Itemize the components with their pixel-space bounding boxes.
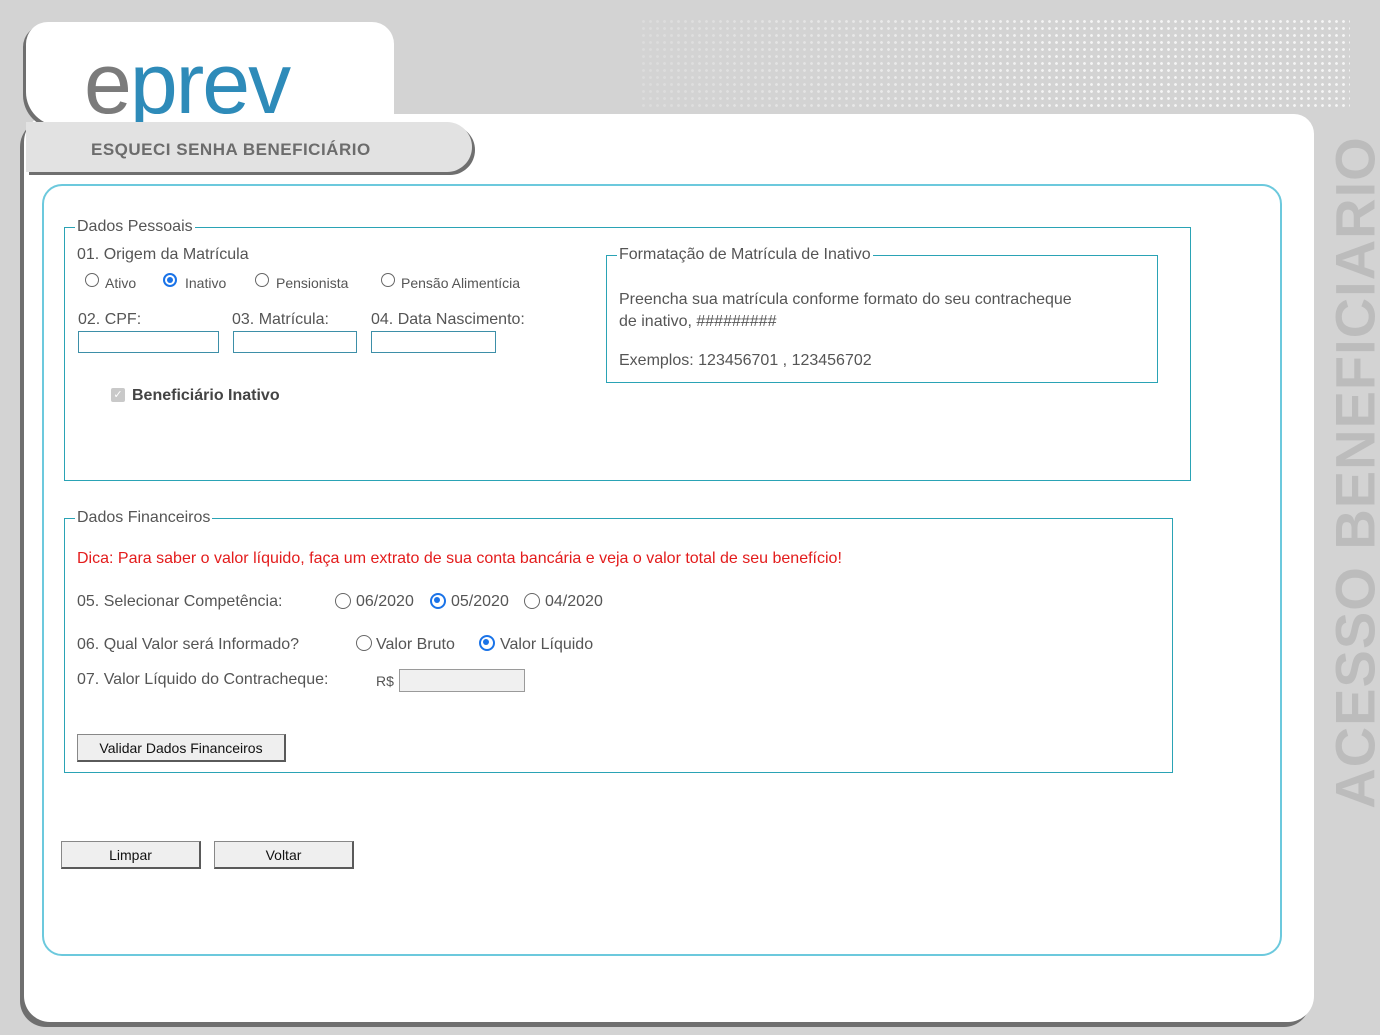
dados-financeiros-fieldset: Dados Financeiros Dica: Para saber o val…	[64, 508, 1173, 773]
matricula-input[interactable]	[233, 331, 357, 353]
beneficiario-inativo-label: Beneficiário Inativo	[132, 387, 280, 404]
logo-letter-e: e	[84, 36, 132, 132]
valor-liquido-contracheque-label: 07. Valor Líquido do Contracheque:	[77, 671, 329, 688]
side-label: ACESSO BENEFICIARIO	[1324, 136, 1380, 808]
origem-radio-inativo[interactable]	[163, 273, 177, 287]
valor-liquido-radio[interactable]	[479, 635, 495, 651]
competencia-radio-04-2020[interactable]	[524, 593, 540, 609]
competencia-option-04-2020: 04/2020	[545, 593, 603, 610]
competencia-radio-06-2020[interactable]	[335, 593, 351, 609]
dica-text: Dica: Para saber o valor líquido, faça u…	[77, 550, 842, 567]
data-nascimento-label: 04. Data Nascimento:	[371, 311, 525, 328]
page-title: ESQUECI SENHA BENEFICIÁRIO	[91, 140, 371, 159]
data-nascimento-input[interactable]	[371, 331, 496, 353]
origem-radio-pensao-alimenticia[interactable]	[381, 273, 395, 287]
origem-label: 01. Origem da Matrícula	[77, 246, 249, 263]
currency-label: R$	[376, 673, 394, 689]
matricula-label: 03. Matrícula:	[232, 311, 329, 328]
dados-financeiros-legend: Dados Financeiros	[75, 508, 213, 528]
validar-dados-financeiros-button[interactable]: Validar Dados Financeiros	[77, 734, 286, 762]
formatacao-fieldset: Formatação de Matrícula de Inativo Preen…	[606, 245, 1158, 383]
competencia-label: 05. Selecionar Competência:	[77, 593, 283, 610]
origem-option-pensao-alimenticia: Pensão Alimentícia	[401, 275, 521, 291]
origem-radio-pensionista[interactable]	[255, 273, 269, 287]
origem-option-ativo: Ativo	[105, 275, 137, 291]
dados-pessoais-fieldset: Dados Pessoais 01. Origem da Matrícula A…	[64, 217, 1191, 481]
formatacao-line-2: de inativo, #########	[619, 313, 777, 330]
cpf-label: 02. CPF:	[78, 311, 142, 328]
voltar-button[interactable]: Voltar	[214, 841, 354, 869]
limpar-button[interactable]: Limpar	[61, 841, 201, 869]
competencia-option-06-2020: 06/2020	[356, 593, 414, 610]
formatacao-line-1: Preencha sua matrícula conforme formato …	[619, 291, 1072, 308]
eprev-logo: eprev	[84, 34, 291, 134]
form-card: Dados Pessoais 01. Origem da Matrícula A…	[42, 184, 1282, 956]
origem-option-inativo: Inativo	[185, 275, 227, 291]
logo-letters-prev: prev	[129, 36, 291, 132]
formatacao-legend: Formatação de Matrícula de Inativo	[617, 245, 873, 265]
formatacao-examples: Exemplos: 123456701 , 123456702	[619, 352, 872, 369]
valor-tipo-label: 06. Qual Valor será Informado?	[77, 636, 300, 653]
logo-tab: eprev	[26, 22, 394, 132]
side-label-text: ACESSO BENEFICIARIO	[1323, 135, 1380, 809]
competencia-option-05-2020: 05/2020	[451, 593, 509, 610]
valor-bruto-radio[interactable]	[356, 635, 372, 651]
competencia-radio-05-2020[interactable]	[430, 593, 446, 609]
valor-liquido-input[interactable]	[399, 669, 525, 692]
dados-pessoais-legend: Dados Pessoais	[75, 217, 195, 237]
origem-radio-ativo[interactable]	[85, 273, 99, 287]
valor-liquido-label: Valor Líquido	[500, 636, 594, 653]
header-dot-pattern	[640, 18, 1350, 110]
beneficiario-inativo-checkbox[interactable]: ✓	[111, 388, 125, 402]
valor-bruto-label: Valor Bruto	[376, 636, 455, 653]
cpf-input[interactable]	[78, 331, 219, 353]
origem-option-pensionista: Pensionista	[276, 275, 349, 291]
